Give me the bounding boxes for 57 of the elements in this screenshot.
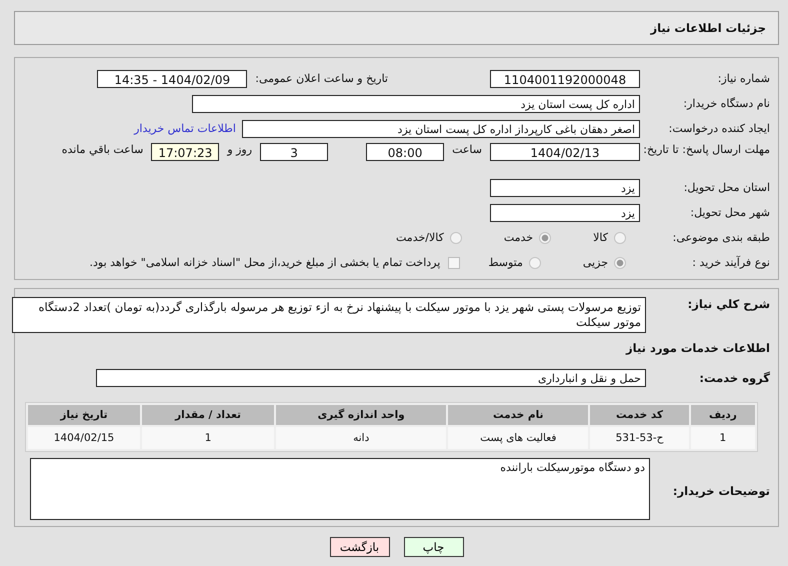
field-label: شرح کلي نياز: (686, 297, 770, 311)
column-header: نام خدمت (448, 405, 588, 425)
service-group-field: حمل و نقل و انبارداری (96, 368, 646, 386)
remaining-time-field: 17:07:23 (151, 143, 220, 161)
field-label: گروه خدمت: (698, 370, 770, 384)
need-number-field: 1104001192000048 (490, 70, 640, 88)
days-field: 3 (260, 143, 328, 161)
radio-button[interactable] (450, 232, 462, 244)
field-label: توضیحات خریدار: (672, 484, 770, 498)
deadline-date-field: 1404/02/13 (490, 143, 640, 161)
radio-label: کالا (593, 231, 608, 244)
field-label: استان محل تحویل: (682, 181, 770, 194)
field-label: شماره نیاز: (716, 72, 770, 85)
checkbox[interactable] (448, 256, 460, 268)
field-label: نام دستگاه خریدار: (682, 97, 770, 110)
deadline-time-field: 08:00 (366, 143, 444, 161)
announce-date-field: 1404/02/09 - 14:35 (97, 70, 248, 88)
checkbox-label: پرداخت تمام یا بخشی از مبلغ خرید،از محل "اسناد خزانه اسلامی" خواهد بود. (90, 256, 440, 269)
field-label: طبقه بندی موضوعی: (672, 231, 770, 244)
column-header: تعداد / مقدار (142, 405, 274, 425)
city-field: یزد (490, 204, 640, 222)
page-title: جزئیات اطلاعات نیاز (650, 21, 766, 35)
radio-button[interactable] (614, 232, 626, 244)
buyer-org-field: اداره کل پست استان یزد (192, 94, 640, 112)
field-label: شهر محل تحویل: (689, 206, 770, 219)
table-cell: 1 (690, 427, 755, 449)
radio-button[interactable] (539, 232, 552, 244)
days-label: روز و (227, 143, 252, 156)
radio-button[interactable] (528, 256, 541, 268)
action-button[interactable]: چاپ (404, 537, 464, 557)
time-label: ساعت (452, 143, 482, 156)
remaining-label: ساعت باقي مانده (62, 143, 144, 156)
column-header: واحد اندازه گیری (276, 405, 446, 425)
column-header: تاریخ نیاز (28, 405, 140, 425)
section-heading: اطلاعات خدمات مورد نياز (624, 341, 770, 355)
field-label: ایجاد کننده درخواست: (668, 122, 770, 135)
radio-label: جزیی (582, 256, 608, 269)
requester-field: اصغر دهقان باغی کارپرداز اداره کل پست استان یزد (242, 120, 640, 138)
action-button[interactable]: بازگشت (330, 537, 390, 557)
table-cell: 1 (142, 427, 274, 449)
table-cell: دانه (276, 427, 446, 449)
column-header: ردیف (690, 405, 755, 425)
radio-label: خدمت (504, 231, 534, 244)
buyer-notes-textarea[interactable]: دو دستگاه موتورسیکلت باراننده (30, 458, 650, 520)
table-cell: ح-53-531 (590, 427, 689, 449)
buyer-contact-link[interactable]: اطلاعات تماس خریدار (134, 122, 236, 135)
table-cell: فعالیت های پست (448, 427, 588, 449)
radio-button[interactable] (614, 256, 626, 268)
radio-label: متوسط (488, 256, 523, 269)
field-label: تاریخ و ساعت اعلان عمومی: (255, 72, 388, 85)
province-field: یزد (490, 178, 640, 196)
description-textarea[interactable]: توزیع مرسولات پستی شهر یزد با موتور سیکلت با پیشنهاد نرخ به ازء توزیع هر مرسوله بارگذاری گردد(به تومان )تعداد 2دستگاه موتور سیکلت (12, 297, 646, 333)
radio-label: کالا/خدمت (396, 231, 444, 244)
field-label: مهلت ارسال پاسخ: تا تاریخ: (642, 143, 770, 157)
table-cell: 1404/02/15 (28, 427, 140, 449)
field-label: نوع فرآیند خرید : (691, 256, 770, 269)
column-header: کد خدمت (590, 405, 689, 425)
